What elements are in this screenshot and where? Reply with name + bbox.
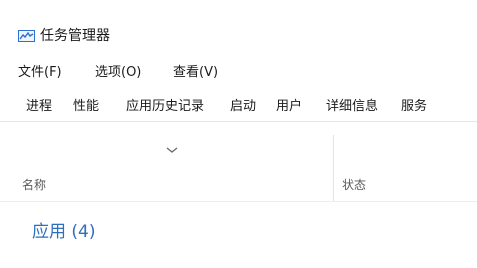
table-header: 名称 状态 [0, 135, 477, 201]
tab-details[interactable]: 详细信息 [314, 90, 390, 123]
tab-processes[interactable]: 进程 [18, 90, 60, 123]
tab-startup[interactable]: 启动 [224, 90, 262, 123]
tab-app-history[interactable]: 应用历史记录 [111, 90, 219, 123]
menu-file[interactable]: 文件(F) [18, 62, 62, 84]
menu-bar: 文件(F) 选项(O) 查看(V) [0, 62, 477, 86]
tab-divider [0, 121, 477, 122]
tab-services[interactable]: 服务 [394, 90, 434, 123]
column-header-name[interactable]: 名称 [22, 177, 46, 193]
window-title: 任务管理器 [40, 28, 110, 44]
group-header-apps[interactable]: 应用 (4) [32, 220, 95, 244]
tab-bar: 进程 性能 应用历史记录 启动 用户 详细信息 服务 [0, 90, 477, 124]
header-divider [0, 201, 477, 202]
menu-view[interactable]: 查看(V) [173, 62, 218, 84]
column-divider[interactable] [333, 135, 334, 201]
menu-options[interactable]: 选项(O) [95, 62, 141, 84]
chevron-down-icon[interactable] [165, 140, 179, 153]
tab-users[interactable]: 用户 [269, 90, 309, 123]
column-header-status[interactable]: 状态 [342, 177, 366, 193]
task-manager-icon [18, 30, 35, 42]
title-bar: 任务管理器 [0, 0, 477, 52]
tab-performance[interactable]: 性能 [67, 90, 105, 123]
